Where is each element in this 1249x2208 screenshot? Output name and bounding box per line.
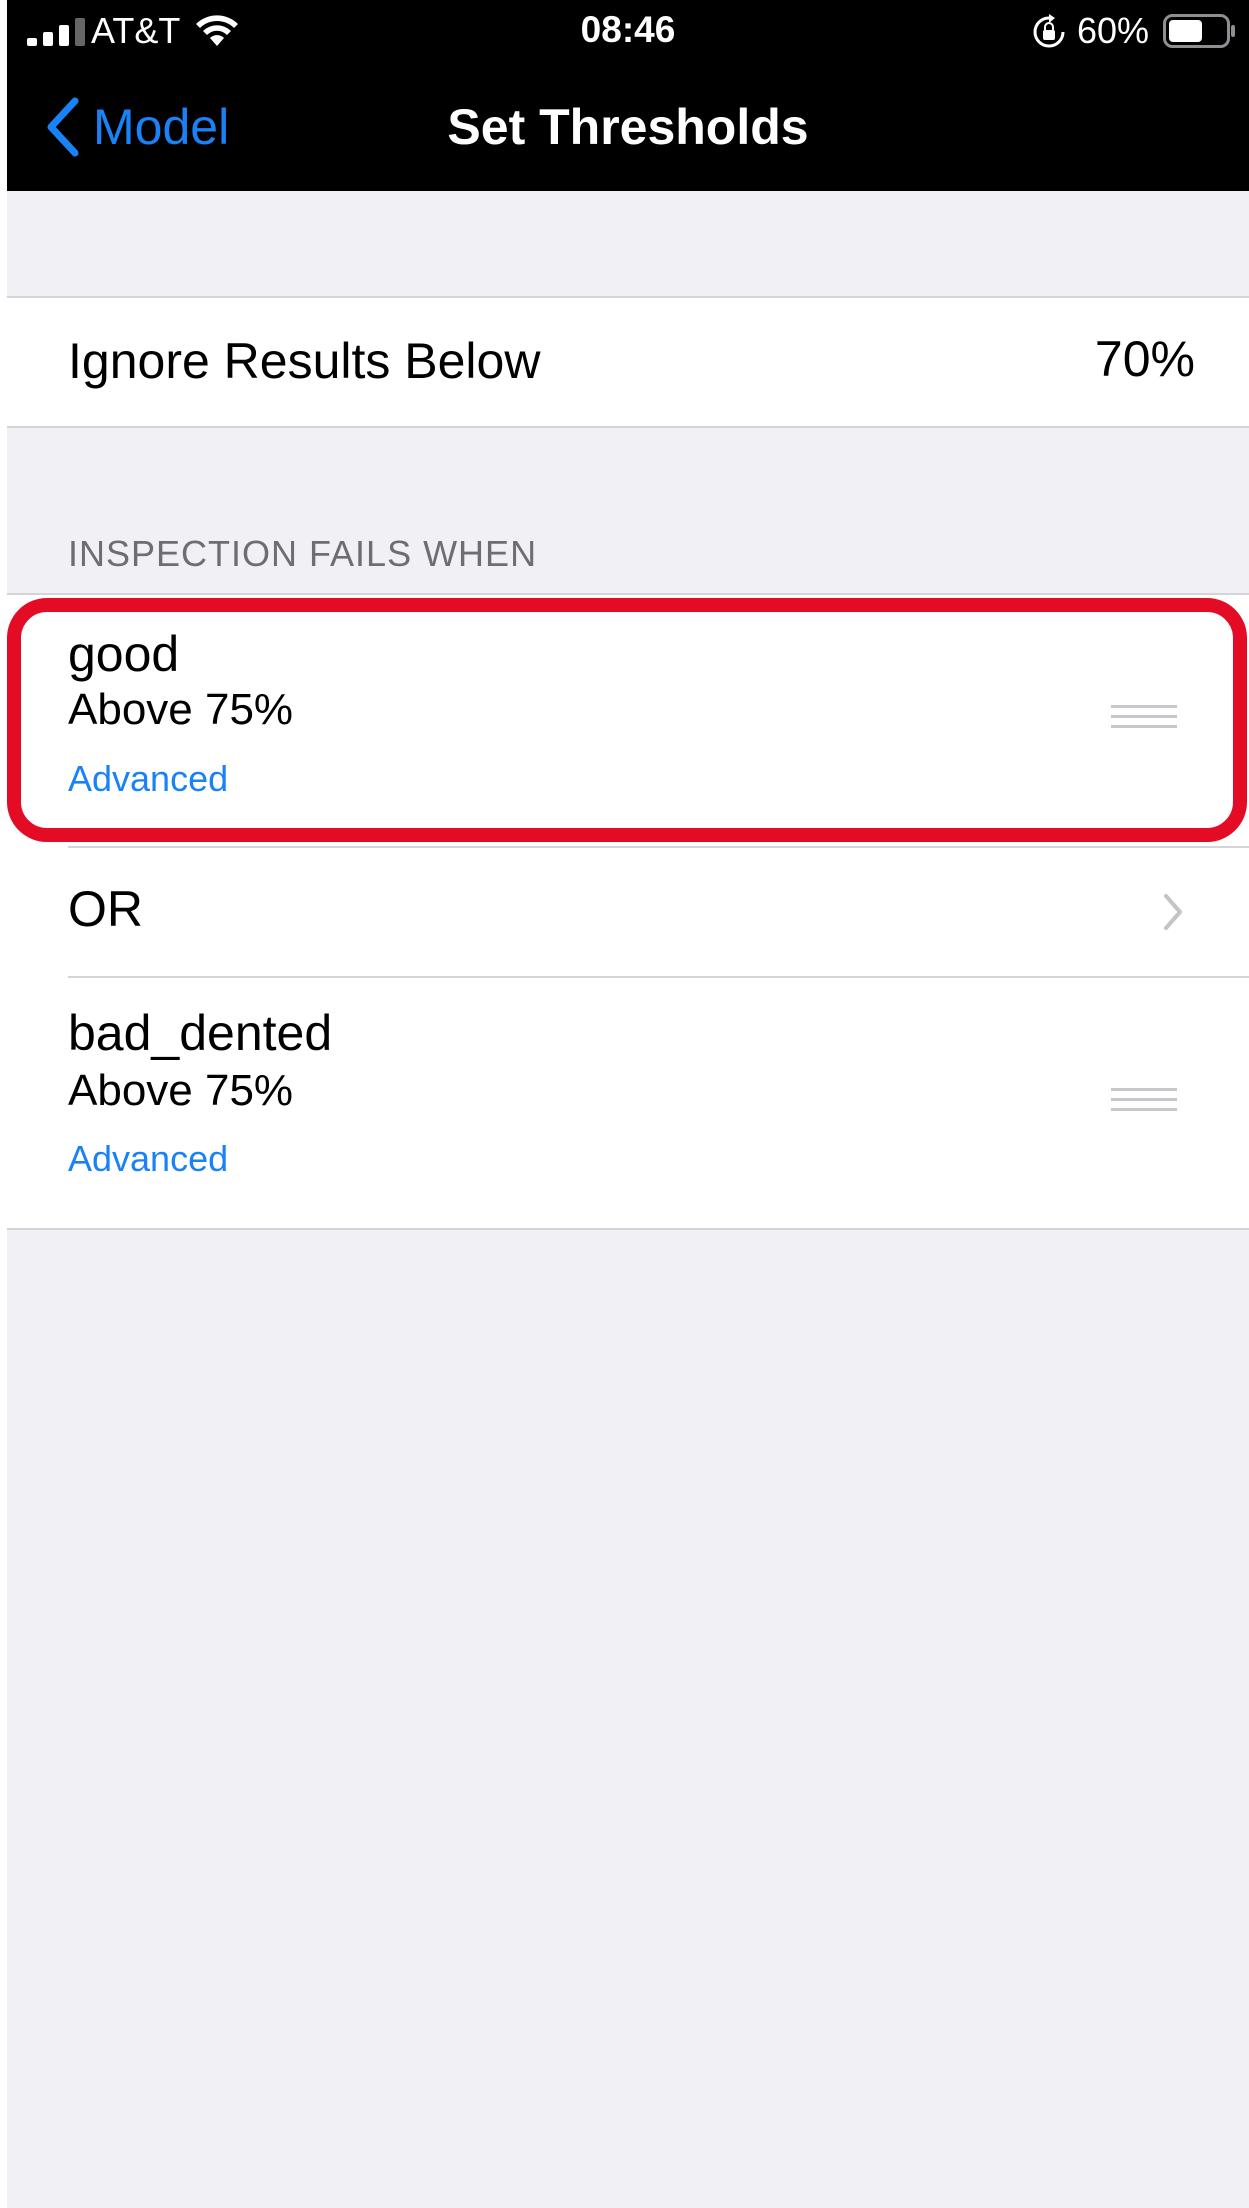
screen: AT&T 08:46 60% Model Set Thresholds Igno…	[7, 0, 1249, 2208]
advanced-link[interactable]: Advanced	[68, 758, 228, 800]
ignore-results-row[interactable]: Ignore Results Below 70%	[7, 298, 1249, 426]
divider	[7, 426, 1249, 428]
rule-item-bad-dented[interactable]: bad_dented Above 75% Advanced	[7, 978, 1249, 1228]
rule-name: good	[68, 626, 180, 682]
rule-condition: Above 75%	[68, 685, 294, 734]
page-title: Set Thresholds	[447, 99, 809, 155]
drag-handle-icon[interactable]	[1111, 705, 1177, 733]
battery-percentage: 60%	[1077, 10, 1150, 51]
ignore-results-label: Ignore Results Below	[68, 333, 541, 389]
or-operator-row[interactable]: OR	[7, 848, 1249, 976]
status-bar: AT&T 08:46 60%	[7, 0, 1249, 62]
rule-item-good[interactable]: good Above 75% Advanced	[7, 595, 1249, 845]
section-header: INSPECTION FAILS WHEN	[68, 533, 538, 574]
ignore-results-value: 70%	[1094, 331, 1195, 387]
advanced-link[interactable]: Advanced	[68, 1138, 228, 1180]
rule-name: bad_dented	[68, 1005, 333, 1061]
rotation-lock-icon	[1033, 14, 1065, 48]
rules-list: good Above 75% Advanced OR bad_dented Ab…	[7, 595, 1249, 1230]
drag-handle-icon[interactable]	[1111, 1088, 1177, 1116]
divider	[7, 1228, 1249, 1230]
or-operator-label: OR	[68, 881, 143, 937]
rule-condition: Above 75%	[68, 1066, 294, 1115]
battery-icon	[1163, 14, 1235, 48]
chevron-right-icon	[1164, 894, 1182, 930]
top-bar: AT&T 08:46 60% Model Set Thresholds	[7, 0, 1249, 191]
